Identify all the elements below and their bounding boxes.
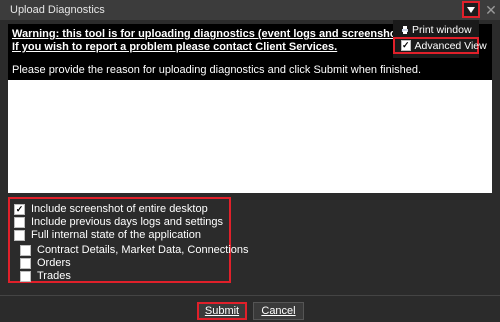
option-label: Trades	[37, 270, 71, 282]
option-trades[interactable]: Trades	[20, 270, 71, 282]
footer-divider	[0, 295, 500, 296]
triangle-down-icon	[467, 6, 475, 13]
title-bar: Upload Diagnostics ✕	[0, 0, 500, 20]
option-label: Contract Details, Market Data, Connectio…	[37, 244, 249, 256]
cancel-button[interactable]: Cancel	[253, 302, 304, 320]
print-icon	[402, 26, 408, 34]
warning-text: Warning: this tool is for uploading diag…	[12, 28, 417, 54]
checkbox-orders[interactable]	[20, 257, 31, 269]
submit-button[interactable]: Submit	[197, 302, 247, 320]
diagnostic-options: ✓ Include screenshot of entire desktop I…	[8, 197, 249, 283]
option-full-state[interactable]: Full internal state of the application	[14, 229, 201, 241]
instruction-text: Please provide the reason for uploading …	[12, 64, 422, 76]
reason-input[interactable]	[8, 80, 492, 193]
checkbox-full-state[interactable]	[14, 229, 25, 241]
window-menu-button[interactable]	[462, 1, 480, 18]
option-label: Include screenshot of entire desktop	[31, 203, 208, 215]
warning-line-2: If you wish to report a problem please c…	[12, 41, 338, 53]
menu-item-print-window[interactable]: Print window	[401, 24, 472, 36]
option-label: Full internal state of the application	[31, 229, 201, 241]
window-menu-dropdown: Print window ✓ Advanced View	[393, 20, 487, 58]
option-label: Orders	[37, 257, 71, 269]
advanced-view-checkbox[interactable]: ✓	[401, 40, 411, 51]
menu-item-print-label: Print window	[412, 24, 472, 36]
menu-item-advanced-view[interactable]: ✓ Advanced View	[393, 37, 487, 54]
window-title: Upload Diagnostics	[10, 4, 105, 16]
close-icon[interactable]: ✕	[484, 3, 498, 17]
option-label: Include previous days logs and settings	[31, 216, 224, 228]
warning-line-1: Warning: this tool is for uploading diag…	[12, 28, 417, 40]
checkbox-screenshot[interactable]: ✓	[14, 203, 25, 215]
checkbox-trades[interactable]	[20, 270, 31, 282]
menu-item-advanced-label: Advanced View	[414, 39, 487, 52]
option-contract-details[interactable]: Contract Details, Market Data, Connectio…	[20, 244, 249, 256]
option-previous-logs[interactable]: Include previous days logs and settings	[14, 216, 223, 228]
option-orders[interactable]: Orders	[20, 257, 71, 269]
checkbox-previous-logs[interactable]	[14, 216, 25, 228]
option-screenshot[interactable]: ✓ Include screenshot of entire desktop	[14, 203, 208, 215]
checkbox-contract-details[interactable]	[20, 244, 31, 256]
